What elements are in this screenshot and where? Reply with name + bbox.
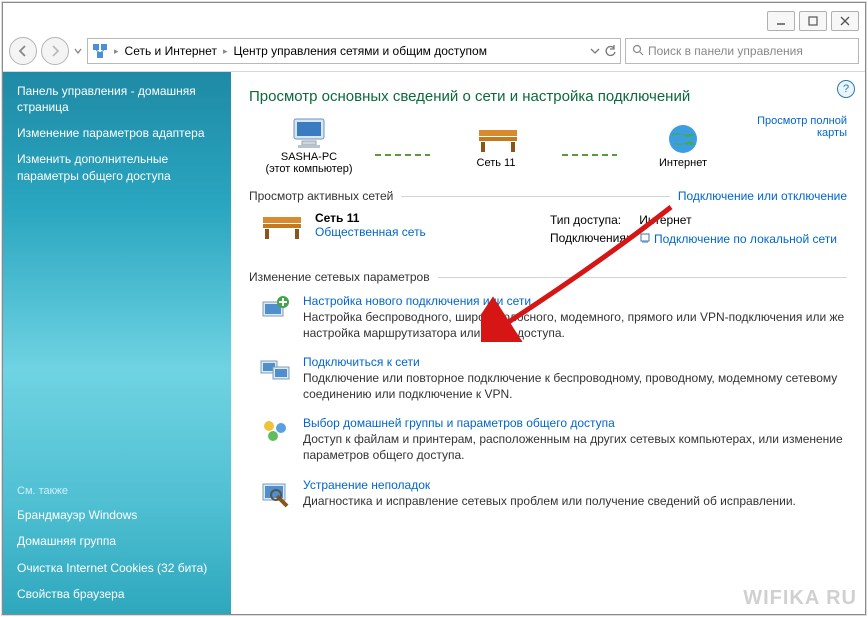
map-internet-label: Интернет [659, 157, 707, 169]
setting-title-homegroup[interactable]: Выбор домашней группы и параметров общег… [303, 416, 615, 430]
active-network-row: Сеть 11 Общественная сеть Тип доступа: И… [249, 207, 847, 256]
map-pc-name: SASHA-PC [281, 151, 337, 163]
help-icon[interactable]: ? [837, 80, 855, 98]
arrow-right-icon [49, 45, 61, 57]
sidebar: Панель управления - домашняя страница Из… [3, 72, 231, 614]
breadcrumb[interactable]: ▸ Сеть и Интернет ▸ Центр управления сет… [87, 38, 621, 64]
map-network-name: Сеть 11 [477, 157, 516, 169]
arrow-left-icon [17, 45, 29, 57]
close-icon [840, 16, 850, 26]
setting-desc: Настройка беспроводного, широкополосного… [303, 310, 847, 341]
history-dropdown-icon[interactable] [73, 39, 83, 63]
search-input[interactable]: Поиск в панели управления [625, 38, 859, 64]
connection-link[interactable]: Подключение по локальной сети [654, 232, 837, 246]
watermark: WIFIKA RU [743, 587, 857, 610]
setting-desc: Диагностика и исправление сетевых пробле… [303, 494, 796, 510]
sidebar-link-browser[interactable]: Свойства браузера [17, 586, 217, 602]
map-pc-sub: (этот компьютер) [265, 163, 352, 175]
sidebar-title[interactable]: Панель управления - домашняя страница [17, 84, 217, 115]
chevron-down-icon[interactable] [590, 45, 600, 57]
window-frame: ▸ Сеть и Интернет ▸ Центр управления сет… [2, 2, 866, 615]
back-button[interactable] [9, 37, 37, 65]
setting-new-connection: Настройка нового подключения или сети На… [249, 288, 847, 349]
map-connector [375, 154, 430, 156]
full-map-link[interactable]: Просмотр полной карты [751, 115, 847, 139]
breadcrumb-network[interactable]: Сеть и Интернет [125, 44, 217, 58]
see-also-label: См. также [17, 485, 217, 497]
globe-icon [662, 121, 704, 157]
sidebar-link-sharing-settings[interactable]: Изменить дополнительные параметры общего… [17, 151, 217, 183]
sidebar-link-firewall[interactable]: Брандмауэр Windows [17, 507, 217, 523]
chevron-right-icon: ▸ [112, 46, 121, 57]
sidebar-link-cookies[interactable]: Очистка Internet Cookies (32 бита) [17, 560, 217, 576]
settings-header: Изменение сетевых параметров [249, 270, 847, 284]
content-area: ? Просмотр основных сведений о сети и на… [231, 72, 865, 614]
chevron-right-icon: ▸ [221, 46, 230, 57]
connections-label: Подключения: [550, 231, 637, 248]
access-type-value: Интернет [639, 213, 845, 229]
setting-title-connect[interactable]: Подключиться к сети [303, 355, 420, 369]
refresh-icon[interactable] [604, 45, 616, 57]
network-type-link[interactable]: Общественная сеть [315, 225, 426, 239]
forward-button[interactable] [41, 37, 69, 65]
active-networks-header: Просмотр активных сетей Подключение или … [249, 189, 847, 203]
page-title: Просмотр основных сведений о сети и наст… [249, 88, 847, 105]
connect-network-icon [259, 355, 291, 385]
troubleshoot-icon [259, 478, 291, 508]
network-center-icon [92, 43, 108, 59]
close-button[interactable] [831, 11, 859, 31]
setting-title-troubleshoot[interactable]: Устранение неполадок [303, 478, 430, 492]
bench-icon [259, 211, 305, 241]
sidebar-link-adapter-settings[interactable]: Изменение параметров адаптера [17, 125, 217, 141]
network-name: Сеть 11 [315, 211, 426, 225]
setting-desc: Подключение или повторное подключение к … [303, 371, 847, 402]
map-item-pc: SASHA-PC (этот компьютер) [249, 115, 369, 175]
maximize-icon [808, 16, 818, 26]
connect-disconnect-link[interactable]: Подключение или отключение [678, 189, 847, 203]
search-icon [632, 44, 644, 59]
access-type-label: Тип доступа: [550, 213, 637, 229]
map-item-internet: Интернет [623, 121, 743, 169]
minimize-icon [776, 16, 786, 26]
setting-desc: Доступ к файлам и принтерам, расположенн… [303, 432, 847, 463]
pc-icon [288, 115, 330, 151]
titlebar [3, 3, 865, 35]
setting-homegroup: Выбор домашней группы и параметров общег… [249, 410, 847, 471]
body: Панель управления - домашняя страница Из… [3, 71, 865, 614]
maximize-button[interactable] [799, 11, 827, 31]
setting-troubleshoot: Устранение неполадок Диагностика и испра… [249, 472, 847, 518]
setting-title-new-connection[interactable]: Настройка нового подключения или сети [303, 294, 531, 308]
settings-list: Настройка нового подключения или сети На… [249, 288, 847, 517]
search-placeholder: Поиск в панели управления [648, 44, 803, 58]
setting-connect-network: Подключиться к сети Подключение или повт… [249, 349, 847, 410]
sidebar-link-homegroup[interactable]: Домашняя группа [17, 533, 217, 549]
address-bar: ▸ Сеть и Интернет ▸ Центр управления сет… [3, 35, 865, 71]
bench-icon [475, 121, 517, 157]
homegroup-icon [259, 416, 291, 446]
map-connector [562, 154, 617, 156]
network-map: SASHA-PC (этот компьютер) Сеть 11 [249, 115, 847, 175]
ethernet-icon [639, 235, 654, 246]
minimize-button[interactable] [767, 11, 795, 31]
map-item-network: Сеть 11 [436, 121, 556, 169]
breadcrumb-center[interactable]: Центр управления сетями и общим доступом [233, 44, 487, 58]
new-connection-icon [259, 294, 291, 324]
